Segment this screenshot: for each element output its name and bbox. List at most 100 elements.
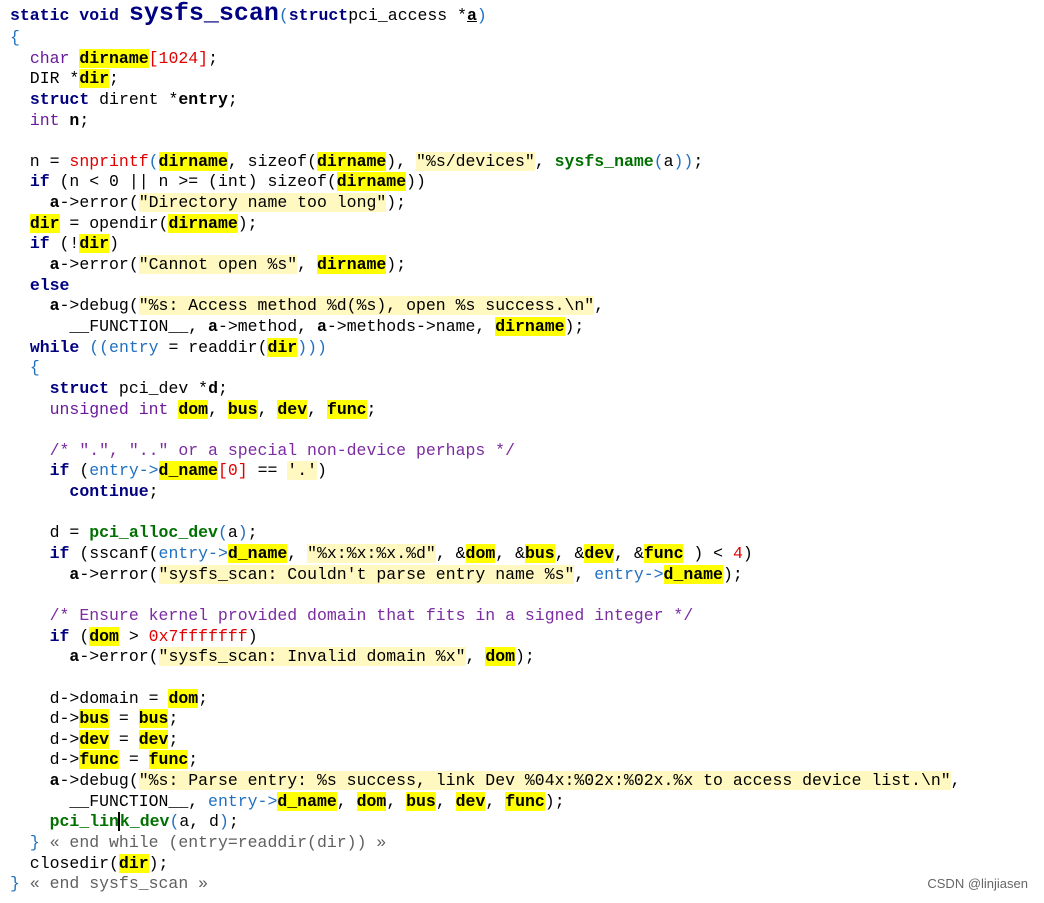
code-token: ->debug( bbox=[59, 771, 139, 791]
code-token: , bbox=[386, 791, 407, 811]
code-token: dir bbox=[79, 69, 110, 89]
code-editor[interactable]: static void sysfs_scan(structpci_access … bbox=[10, 1, 1044, 895]
code-token: ; bbox=[148, 482, 159, 502]
code-token: "Cannot open %s" bbox=[138, 255, 298, 275]
code-line[interactable]: { bbox=[10, 358, 1044, 379]
code-line[interactable]: d->dev = dev; bbox=[10, 729, 1044, 751]
code-token: pci_dev * bbox=[109, 378, 209, 398]
code-line[interactable] bbox=[10, 585, 1044, 606]
code-token: ; bbox=[168, 709, 179, 729]
code-line[interactable]: if (sscanf(entry->d_name, "%x:%x:%x.%d",… bbox=[10, 544, 1044, 565]
code-line[interactable]: if (entry->d_name[0] == '.') bbox=[10, 461, 1044, 482]
code-token: = bbox=[109, 709, 139, 729]
code-line[interactable]: dir = opendir(dirname); bbox=[10, 213, 1044, 235]
code-token: func bbox=[148, 750, 189, 770]
code-line[interactable]: } « end sysfs_scan » bbox=[10, 874, 1044, 895]
code-token: ->error( bbox=[59, 255, 139, 275]
code-token: snprintf bbox=[69, 151, 149, 171]
code-token: while bbox=[29, 337, 80, 357]
code-line[interactable]: a->error("sysfs_scan: Invalid domain %x"… bbox=[10, 647, 1044, 668]
code-token: entry bbox=[109, 337, 159, 357]
code-line[interactable]: closedir(dir); bbox=[10, 853, 1044, 875]
code-line[interactable]: } « end while (entry=readdir(dir)) » bbox=[10, 833, 1044, 854]
code-line[interactable]: struct dirent *entry; bbox=[10, 90, 1044, 111]
code-token: == bbox=[247, 461, 288, 481]
code-line[interactable]: a->debug("%s: Parse entry: %s success, l… bbox=[10, 771, 1044, 792]
code-line[interactable]: a->debug("%s: Access method %d(%s), open… bbox=[10, 296, 1044, 317]
code-token: ->error( bbox=[79, 647, 159, 667]
code-line[interactable]: a->error("Directory name too long"); bbox=[10, 193, 1044, 214]
code-token: , bbox=[574, 564, 595, 584]
code-token: if bbox=[29, 172, 50, 192]
code-token: , bbox=[485, 791, 506, 811]
code-token: a bbox=[49, 771, 60, 791]
code-line[interactable]: pci_link_dev(a, d); bbox=[10, 812, 1044, 833]
code-line[interactable]: /* ".", ".." or a special non-device per… bbox=[10, 441, 1044, 462]
code-token: )) bbox=[673, 151, 694, 171]
code-token: dir bbox=[29, 213, 60, 233]
code-line[interactable]: d->func = func; bbox=[10, 750, 1044, 771]
code-line[interactable]: struct pci_dev *d; bbox=[10, 379, 1044, 400]
code-line[interactable]: if (dom > 0x7fffffff) bbox=[10, 626, 1044, 648]
code-line[interactable] bbox=[10, 503, 1044, 524]
code-line[interactable]: n = snprintf(dirname, sizeof(dirname), "… bbox=[10, 151, 1044, 173]
code-token: a bbox=[467, 6, 477, 25]
code-line[interactable]: int n; bbox=[10, 111, 1044, 132]
code-line[interactable]: if (n < 0 || n >= (int) sizeof(dirname)) bbox=[10, 172, 1044, 193]
code-line[interactable]: a->error("sysfs_scan: Couldn't parse ent… bbox=[10, 564, 1044, 586]
code-line[interactable]: char dirname[1024]; bbox=[10, 48, 1044, 70]
code-line[interactable] bbox=[10, 668, 1044, 689]
code-line[interactable]: { bbox=[10, 28, 1044, 49]
code-line[interactable] bbox=[10, 420, 1044, 441]
code-line[interactable]: d = pci_alloc_dev(a); bbox=[10, 523, 1044, 544]
code-token: __FUNCTION__, bbox=[10, 791, 209, 811]
code-line[interactable]: a->error("Cannot open %s", dirname); bbox=[10, 255, 1044, 276]
code-token: static void bbox=[10, 6, 129, 25]
code-token: , bbox=[336, 791, 357, 811]
code-token: , & bbox=[495, 544, 525, 564]
code-token: ( bbox=[69, 626, 90, 646]
code-line[interactable]: d->domain = dom; bbox=[10, 688, 1044, 710]
code-token: "%s: Parse entry: %s success, link Dev %… bbox=[138, 771, 951, 791]
code-line[interactable]: while ((entry = readdir(dir))) bbox=[10, 337, 1044, 359]
code-token: ; bbox=[188, 750, 199, 770]
code-token: ->methods->name, bbox=[326, 316, 496, 336]
code-token: sysfs_name bbox=[554, 151, 654, 171]
code-token: (sscanf( bbox=[69, 544, 159, 564]
code-token: , bbox=[297, 255, 317, 275]
code-token: d-> bbox=[10, 750, 80, 770]
code-line[interactable]: unsigned int dom, bus, dev, func; bbox=[10, 399, 1044, 421]
code-token: else bbox=[29, 275, 70, 295]
code-token: dir bbox=[267, 337, 298, 357]
code-token: ; bbox=[109, 69, 119, 89]
code-token: ->error( bbox=[79, 564, 159, 584]
code-token: '.' bbox=[287, 461, 318, 481]
code-token: ; bbox=[208, 48, 218, 68]
code-token: ; bbox=[217, 378, 228, 398]
code-token: ( bbox=[169, 812, 180, 832]
code-token: if bbox=[49, 544, 70, 564]
code-token: ; bbox=[247, 523, 258, 543]
code-line[interactable]: else bbox=[10, 276, 1044, 297]
code-line[interactable]: DIR *dir; bbox=[10, 69, 1044, 90]
code-line[interactable]: d->bus = bus; bbox=[10, 709, 1044, 730]
code-line[interactable]: __FUNCTION__, entry->d_name, dom, bus, d… bbox=[10, 791, 1044, 813]
code-line[interactable]: /* Ensure kernel provided domain that fi… bbox=[10, 606, 1044, 627]
code-line[interactable]: __FUNCTION__, a->method, a->methods->nam… bbox=[10, 316, 1044, 338]
code-token: pci_lin bbox=[49, 812, 119, 832]
code-line[interactable]: continue; bbox=[10, 482, 1044, 503]
code-token: dev bbox=[79, 729, 110, 749]
code-line[interactable] bbox=[10, 131, 1044, 152]
code-token: (n < 0 || n >= (int) sizeof( bbox=[49, 172, 337, 192]
code-token: d = bbox=[10, 523, 90, 543]
code-line[interactable]: static void sysfs_scan(structpci_access … bbox=[10, 1, 1044, 28]
code-line[interactable]: if (!dir) bbox=[10, 234, 1044, 255]
